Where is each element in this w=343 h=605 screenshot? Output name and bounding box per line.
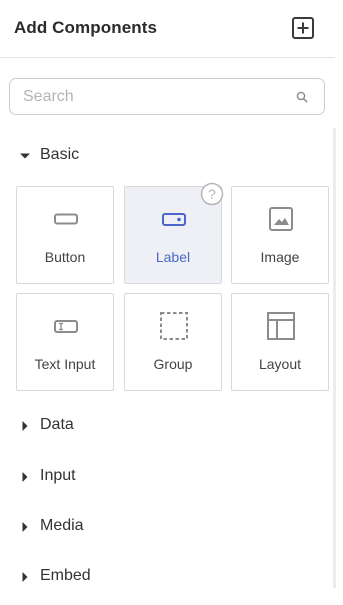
component-label: Image [260,249,300,265]
component-label: Text Input [34,356,96,372]
component-button[interactable]: Button [16,186,114,284]
group-icon [160,312,188,340]
component-text-input[interactable]: Text Input [16,293,114,391]
text-input-icon [54,320,78,333]
plus-square-icon[interactable] [292,17,314,39]
component-label: Label [155,249,191,265]
search-box [9,78,325,115]
component-label: Layout [258,356,302,372]
section-data-label: Data [40,416,74,433]
label-icon [162,213,186,226]
section-embed-label: Embed [40,567,91,584]
search-input[interactable] [23,79,283,114]
caret-right-icon [22,472,28,482]
caret-right-icon [22,421,28,431]
section-basic-label: Basic [40,146,80,163]
caret-down-icon [20,153,30,159]
button-icon [54,213,78,225]
layout-icon [267,312,295,340]
component-image[interactable]: Image [231,186,329,284]
component-label: Button [44,249,86,265]
component-group[interactable]: Group [124,293,222,391]
scrollbar[interactable] [333,128,336,588]
panel-header: Add Components [0,0,335,58]
component-label: Group [153,356,193,372]
help-icon[interactable]: ? [200,182,224,206]
section-input-label: Input [40,467,76,484]
section-media-label: Media [40,517,84,534]
help-glyph: ? [208,186,216,202]
panel-title: Add Components [14,18,158,37]
image-icon [269,207,293,231]
search-icon[interactable] [296,91,308,103]
caret-right-icon [22,522,28,532]
caret-right-icon [22,572,28,582]
component-layout[interactable]: Layout [231,293,329,391]
